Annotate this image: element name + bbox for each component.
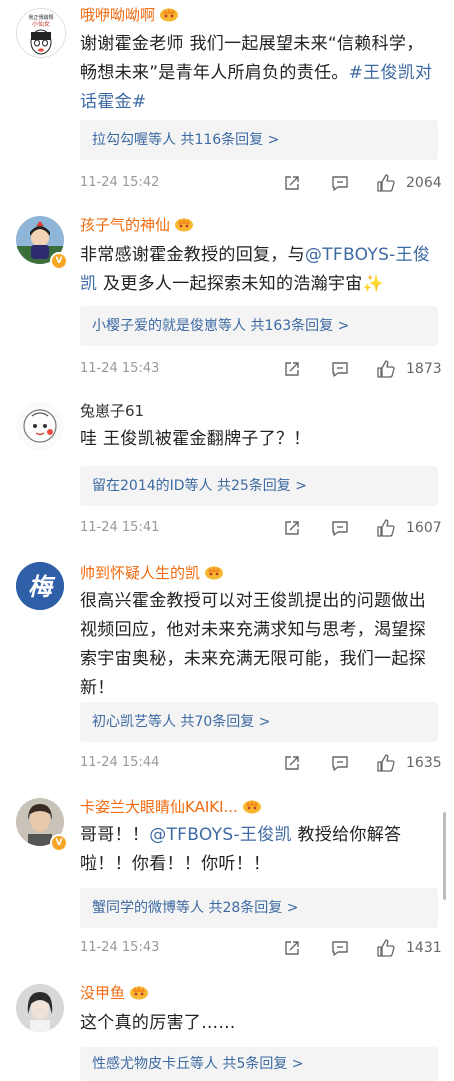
like-icon[interactable] bbox=[376, 518, 396, 538]
like-icon[interactable] bbox=[376, 359, 396, 379]
share-icon[interactable] bbox=[282, 173, 302, 193]
like-icon[interactable] bbox=[376, 938, 396, 958]
vip-crown-icon bbox=[159, 6, 179, 22]
avatar[interactable]: 梅 bbox=[16, 562, 64, 610]
timestamp: 11-24 15:44 bbox=[80, 755, 160, 770]
comment-text: 这个真的厉害了…… bbox=[80, 1013, 236, 1033]
avatar[interactable]: 我正傳銷類 小仙女 bbox=[16, 8, 66, 58]
like-count: 1873 bbox=[406, 361, 442, 377]
comment-icon[interactable] bbox=[330, 753, 350, 773]
username[interactable]: 孩子气的神仙 bbox=[80, 215, 194, 235]
share-icon[interactable] bbox=[282, 518, 302, 538]
comment-text: 谢谢霍金老师 我们一起展望未来“信赖科学，畅想未来”是青年人所肩负的责任。#王俊… bbox=[80, 34, 433, 112]
comment-icon[interactable] bbox=[330, 173, 350, 193]
comment-icon[interactable] bbox=[330, 938, 350, 958]
comment-footer: 11-24 15:44 1635 bbox=[80, 751, 442, 775]
timestamp: 11-24 15:43 bbox=[80, 940, 160, 955]
comment-footer: 11-24 15:43 1431 bbox=[80, 936, 442, 960]
share-icon[interactable] bbox=[282, 753, 302, 773]
comment-text: 哇 王俊凯被霍金翻牌子了？！ bbox=[80, 429, 311, 449]
vip-crown-icon bbox=[242, 798, 262, 814]
avatar-caption: 小仙女 bbox=[32, 20, 50, 28]
verified-badge-icon: V bbox=[50, 834, 68, 852]
timestamp: 11-24 15:41 bbox=[80, 520, 160, 535]
like-icon[interactable] bbox=[376, 753, 396, 773]
username[interactable]: 卡姿兰大眼睛仙KAIKI... bbox=[80, 797, 262, 817]
avatar-caption: 我正傳銷類 bbox=[28, 14, 53, 21]
replies-summary[interactable]: 性感尤物皮卡丘等人 共5条回复 > bbox=[80, 1047, 438, 1081]
avatar-caption: 梅 bbox=[28, 573, 56, 601]
replies-summary[interactable]: 小樱子爱的就是俊崽等人 共163条回复 > bbox=[80, 306, 438, 346]
timestamp: 11-24 15:43 bbox=[80, 361, 160, 376]
like-count: 1607 bbox=[406, 520, 442, 536]
vip-crown-icon bbox=[129, 984, 149, 1000]
share-icon[interactable] bbox=[282, 359, 302, 379]
like-count: 1635 bbox=[406, 755, 442, 771]
replies-summary[interactable]: 拉勾勾喔等人 共116条回复 > bbox=[80, 120, 438, 160]
comment-text: 很高兴霍金教授可以对王俊凯提出的问题做出视频回应，他对未来充满求知与思考，渴望探… bbox=[80, 591, 426, 698]
vip-crown-icon bbox=[204, 564, 224, 580]
username[interactable]: 没甲鱼 bbox=[80, 983, 149, 1003]
avatar[interactable] bbox=[16, 984, 64, 1032]
replies-summary[interactable]: 留在2014的ID等人 共25条回复 > bbox=[80, 466, 438, 506]
comment-icon[interactable] bbox=[330, 518, 350, 538]
comment-footer: 11-24 15:41 1607 bbox=[80, 516, 442, 540]
comment-text: 哥哥！！@TFBOYS-王俊凯 教授给你解答啦！！你看！！你听！！ bbox=[80, 825, 402, 874]
like-count: 2064 bbox=[406, 175, 442, 191]
comment-footer: 11-24 15:42 2064 bbox=[80, 171, 442, 195]
comment-icon[interactable] bbox=[330, 359, 350, 379]
replies-summary[interactable]: 初心凯艺等人 共70条回复 > bbox=[80, 702, 438, 742]
username[interactable]: 帅到怀疑人生的凯 bbox=[80, 563, 224, 583]
verified-badge-icon: V bbox=[50, 252, 68, 270]
scrollbar[interactable] bbox=[443, 812, 446, 900]
avatar[interactable] bbox=[16, 402, 64, 450]
like-count: 1431 bbox=[406, 940, 442, 956]
username[interactable]: 兔崽子61 bbox=[80, 401, 144, 421]
comment-footer: 11-24 15:43 1873 bbox=[80, 357, 442, 381]
timestamp: 11-24 15:42 bbox=[80, 175, 160, 190]
username[interactable]: 哦咿呦呦啊 bbox=[80, 5, 179, 25]
like-icon[interactable] bbox=[376, 173, 396, 193]
mention-link[interactable]: @TFBOYS-王俊凯 bbox=[149, 825, 292, 845]
replies-summary[interactable]: 蟹同学的微博等人 共28条回复 > bbox=[80, 888, 438, 928]
comment-text: 非常感谢霍金教授的回复，与@TFBOYS-王俊凯 及更多人一起探索未知的浩瀚宇宙… bbox=[80, 245, 431, 294]
vip-crown-icon bbox=[174, 216, 194, 232]
share-icon[interactable] bbox=[282, 938, 302, 958]
